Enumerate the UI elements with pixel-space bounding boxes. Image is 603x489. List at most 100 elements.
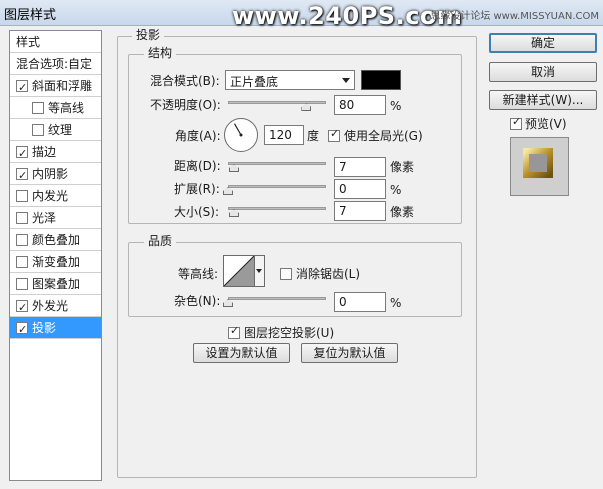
spread-unit: % <box>390 183 402 197</box>
chevron-down-icon <box>256 269 262 273</box>
style-item[interactable]: 渐变叠加 <box>10 251 101 273</box>
distance-unit: 像素 <box>390 160 415 174</box>
new-style-button[interactable]: 新建样式(W)... <box>489 90 597 110</box>
size-label: 大小(S): <box>174 205 220 219</box>
angle-dial[interactable] <box>224 118 258 152</box>
spread-value: 0 <box>339 182 347 196</box>
style-item[interactable]: 图案叠加 <box>10 273 101 295</box>
style-item[interactable]: 颜色叠加 <box>10 229 101 251</box>
opacity-value: 80 <box>339 98 355 112</box>
quality-title: 品质 <box>144 234 177 248</box>
watermark-text: www.240PS.com <box>232 2 463 30</box>
style-preview-thumbnail <box>510 137 569 196</box>
knockout-checkbox[interactable] <box>228 324 240 339</box>
structure-title: 结构 <box>144 46 177 60</box>
contour-curve-icon <box>224 256 254 286</box>
angle-value: 120 <box>269 128 292 142</box>
style-item-label: 等高线 <box>48 101 85 115</box>
title-bar: 图层样式 www.240PS.com 思缘设计论坛 www.MISSYUAN.C… <box>0 0 603 30</box>
global-light-label[interactable]: 使用全局光(G) <box>344 128 423 144</box>
noise-input[interactable]: 0 <box>334 292 386 312</box>
style-item-label: 斜面和浮雕 <box>32 79 93 93</box>
style-item[interactable]: 投影 <box>10 317 101 341</box>
style-item-checkbox[interactable] <box>16 256 28 268</box>
blend-mode-select[interactable]: 正片叠底 <box>225 70 355 90</box>
style-item-label: 光泽 <box>32 211 57 225</box>
drop-shadow-title: 投影 <box>132 28 165 42</box>
style-item[interactable]: 描边 <box>10 141 101 165</box>
angle-needle-icon <box>233 123 243 137</box>
size-input[interactable]: 7 <box>334 201 386 221</box>
style-item-label: 颜色叠加 <box>32 233 81 247</box>
style-item-label: 投影 <box>32 321 57 335</box>
style-item-label: 纹理 <box>48 123 73 137</box>
style-item-label: 图案叠加 <box>32 277 81 291</box>
global-light-checkbox[interactable] <box>328 127 340 142</box>
style-item-checkbox[interactable] <box>16 143 28 165</box>
style-item[interactable]: 光泽 <box>10 207 101 229</box>
style-item-label: 内阴影 <box>32 167 69 181</box>
preview-label[interactable]: 预览(V) <box>525 116 567 132</box>
contour-dropdown[interactable] <box>255 255 265 287</box>
style-item[interactable]: 内发光 <box>10 185 101 207</box>
style-item-checkbox[interactable] <box>16 77 28 99</box>
style-item-checkbox[interactable] <box>32 124 44 136</box>
ok-button[interactable]: 确定 <box>489 33 597 53</box>
style-item-label: 外发光 <box>32 299 69 313</box>
noise-value: 0 <box>339 295 347 309</box>
opacity-input[interactable]: 80 <box>334 95 386 115</box>
style-item-checkbox[interactable] <box>16 190 28 202</box>
spread-input[interactable]: 0 <box>334 179 386 199</box>
contour-picker[interactable] <box>223 255 255 287</box>
spread-slider[interactable] <box>228 185 326 188</box>
size-value: 7 <box>339 204 347 218</box>
opacity-unit: % <box>390 99 402 113</box>
knockout-label[interactable]: 图层挖空投影(U) <box>244 325 334 341</box>
angle-unit: 度 <box>307 129 320 143</box>
antialias-checkbox[interactable] <box>280 268 292 280</box>
style-item-checkbox[interactable] <box>32 102 44 114</box>
spread-label: 扩展(R): <box>174 182 220 196</box>
angle-input[interactable]: 120 <box>264 125 304 145</box>
distance-input[interactable]: 7 <box>334 157 386 177</box>
set-default-button[interactable]: 设置为默认值 <box>193 343 290 363</box>
antialias-label[interactable]: 消除锯齿(L) <box>296 266 360 282</box>
styles-list: 样式 混合选项:自定 斜面和浮雕等高线纹理描边内阴影内发光光泽颜色叠加渐变叠加图… <box>9 30 102 481</box>
style-item-label: 渐变叠加 <box>32 255 81 269</box>
style-item[interactable]: 斜面和浮雕 <box>10 75 101 99</box>
style-item-checkbox[interactable] <box>16 278 28 290</box>
style-item-checkbox[interactable] <box>16 212 28 224</box>
style-item[interactable]: 内阴影 <box>10 163 101 187</box>
style-item[interactable]: 等高线 <box>10 97 101 119</box>
blend-options-label: 混合选项:自定 <box>16 57 93 71</box>
size-slider[interactable] <box>228 207 326 210</box>
style-item-label: 描边 <box>32 145 57 159</box>
distance-slider[interactable] <box>228 162 326 165</box>
preview-checkbox[interactable] <box>510 115 522 130</box>
blend-mode-label: 混合模式(B): <box>150 74 220 88</box>
opacity-slider[interactable] <box>228 101 326 104</box>
angle-label: 角度(A): <box>175 129 221 143</box>
style-item[interactable]: 纹理 <box>10 119 101 141</box>
noise-unit: % <box>390 296 402 310</box>
chevron-down-icon <box>342 78 350 83</box>
noise-slider[interactable] <box>228 297 326 300</box>
style-item-checkbox[interactable] <box>16 165 28 187</box>
reset-default-button[interactable]: 复位为默认值 <box>301 343 398 363</box>
cancel-button[interactable]: 取消 <box>489 62 597 82</box>
style-item-label: 内发光 <box>32 189 69 203</box>
blend-options-item[interactable]: 混合选项:自定 <box>10 53 101 75</box>
style-item[interactable]: 外发光 <box>10 295 101 319</box>
style-item-checkbox[interactable] <box>16 297 28 319</box>
noise-label: 杂色(N): <box>174 294 221 308</box>
blend-mode-value: 正片叠底 <box>230 75 279 89</box>
size-unit: 像素 <box>390 205 415 219</box>
window-title: 图层样式 <box>4 8 57 23</box>
opacity-label: 不透明度(O): <box>150 98 221 112</box>
gold-frame-preview-icon <box>523 148 553 178</box>
shadow-color-swatch[interactable] <box>361 70 401 90</box>
style-item-checkbox[interactable] <box>16 234 28 246</box>
style-item-checkbox[interactable] <box>16 319 28 341</box>
styles-header[interactable]: 样式 <box>10 31 101 53</box>
source-text: 思缘设计论坛 www.MISSYUAN.COM <box>430 11 599 22</box>
